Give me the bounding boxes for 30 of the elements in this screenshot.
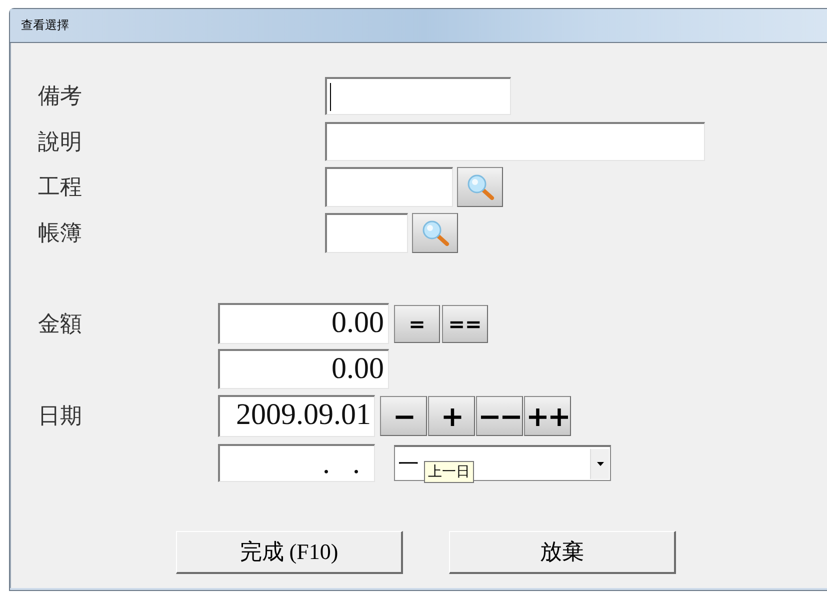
field-label: 金額 (38, 310, 82, 336)
magnifier-icon (465, 174, 495, 200)
input-field[interactable] (325, 167, 453, 207)
field-label: 工程 (38, 174, 82, 199)
cancel-button[interactable]: 放棄 (449, 531, 676, 574)
search-button[interactable] (412, 213, 458, 253)
dropdown-arrow-icon (596, 462, 604, 466)
operator-button[interactable]: ++ (524, 396, 571, 436)
amount-field[interactable]: 0.00 (218, 349, 389, 389)
operator-button[interactable]: == (442, 304, 488, 342)
field-label: 日期 (38, 403, 82, 428)
date-field[interactable]: 2009.09.01 (218, 395, 375, 437)
input-field[interactable] (325, 77, 511, 115)
amount-field[interactable]: 0.00 (218, 303, 389, 344)
field-label: 帳簿 (38, 220, 82, 245)
period-dropdown[interactable]: 一 上一日 (394, 445, 611, 481)
window-title: 查看選擇 (21, 17, 69, 34)
search-button[interactable] (457, 167, 503, 207)
field-label: 說明 (38, 128, 82, 154)
operator-button[interactable]: −− (476, 396, 523, 436)
magnifier-icon (420, 220, 450, 246)
operator-button[interactable]: + (428, 396, 475, 436)
field-label: 備考 (38, 83, 82, 108)
tooltip: 上一日 (424, 461, 474, 483)
input-field[interactable] (325, 122, 705, 161)
operator-button[interactable]: = (394, 304, 440, 342)
input-field[interactable] (325, 213, 408, 253)
finish-button[interactable]: 完成 (F10) (176, 531, 403, 574)
date-field[interactable]: . . (218, 444, 375, 482)
operator-button[interactable]: − (380, 396, 427, 436)
